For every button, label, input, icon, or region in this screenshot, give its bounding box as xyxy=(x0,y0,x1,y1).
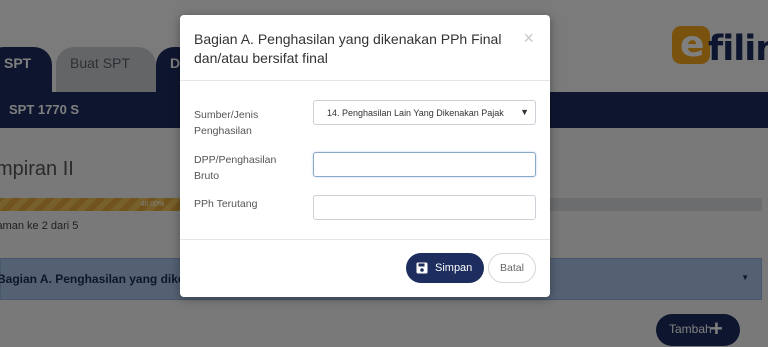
save-button[interactable]: Simpan xyxy=(406,253,484,283)
modal-title: Bagian A. Penghasilan yang dikenakan PPh… xyxy=(194,31,502,66)
dpp-input[interactable] xyxy=(313,152,536,177)
cancel-button[interactable]: Batal xyxy=(488,253,536,283)
close-icon[interactable]: × xyxy=(523,27,534,49)
save-button-label: Simpan xyxy=(435,262,473,274)
floppy-disk-icon xyxy=(416,262,428,274)
source-label: Sumber/Jenis Penghasilan xyxy=(194,109,259,137)
income-source-select[interactable]: 14. Penghasilan Lain Yang Dikenakan Paja… xyxy=(313,100,536,125)
income-modal: Bagian A. Penghasilan yang dikenakan PPh… xyxy=(180,15,550,297)
dpp-label: DPP/Penghasilan Bruto xyxy=(194,154,277,182)
cancel-button-label: Batal xyxy=(500,262,524,274)
modal-header: Bagian A. Penghasilan yang dikenakan PPh… xyxy=(180,15,550,81)
modal-footer-divider xyxy=(180,239,550,240)
pph-input[interactable] xyxy=(313,195,536,220)
income-source-selected: 14. Penghasilan Lain Yang Dikenakan Paja… xyxy=(327,108,504,118)
chevron-down-icon: ▼ xyxy=(520,107,529,117)
pph-label: PPh Terutang xyxy=(194,198,258,210)
